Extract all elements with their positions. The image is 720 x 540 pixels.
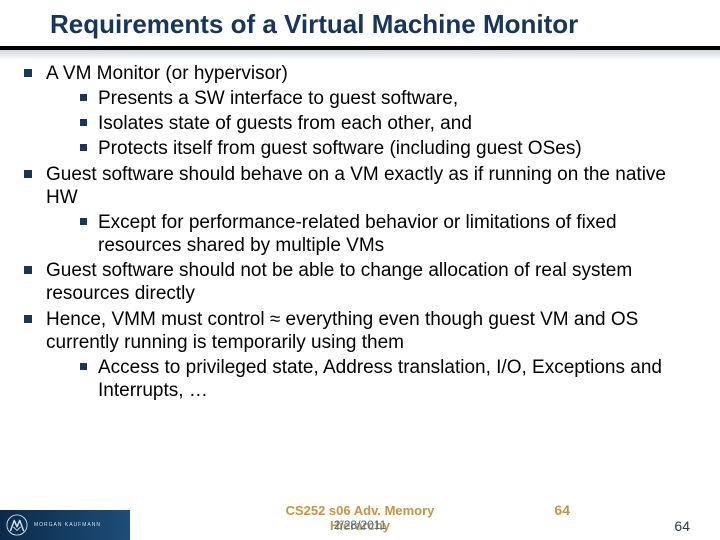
bullet-text: Presents a SW interface to guest softwar…	[98, 88, 458, 109]
bullet-text: Hence, VMM must control ≈ everything eve…	[46, 309, 638, 353]
list-item: Presents a SW interface to guest softwar…	[46, 87, 702, 110]
sub-list: Access to privileged state, Address tran…	[46, 356, 702, 402]
list-item: Isolates state of guests from each other…	[46, 112, 702, 135]
footer-center: CS252 s06 Adv. Memory Hierarchy 2/28/201…	[286, 504, 435, 534]
title-area: Requirements of a Virtual Machine Monito…	[0, 0, 720, 40]
footer-date: 2/28/2011	[334, 519, 387, 533]
publisher-logo: MORGAN KAUFMANN	[0, 510, 130, 540]
list-item: A VM Monitor (or hypervisor) Presents a …	[18, 62, 702, 161]
bullet-text: Access to privileged state, Address tran…	[98, 357, 662, 401]
bullet-list: A VM Monitor (or hypervisor) Presents a …	[18, 62, 702, 402]
page-number-gold: 64	[554, 502, 570, 518]
slide-title: Requirements of a Virtual Machine Monito…	[50, 10, 720, 40]
bullet-text: Isolates state of guests from each other…	[98, 113, 472, 134]
sub-list: Except for performance-related behavior …	[46, 211, 702, 257]
bullet-text: Protects itself from guest software (inc…	[98, 138, 582, 159]
page-number-dark: 64	[674, 518, 690, 534]
footer-line2: Hierarchy 2/28/2011	[330, 519, 390, 534]
bullet-text: Guest software should not be able to cha…	[46, 260, 632, 304]
sub-list: Presents a SW interface to guest softwar…	[46, 87, 702, 161]
slide: Requirements of a Virtual Machine Monito…	[0, 0, 720, 540]
bullet-text: Guest software should behave on a VM exa…	[46, 164, 666, 208]
list-item: Access to privileged state, Address tran…	[46, 356, 702, 402]
list-item: Hence, VMM must control ≈ everything eve…	[18, 308, 702, 403]
content-area: A VM Monitor (or hypervisor) Presents a …	[0, 50, 720, 402]
list-item: Guest software should not be able to cha…	[18, 259, 702, 305]
footer-line1: CS252 s06 Adv. Memory	[286, 504, 435, 519]
list-item: Guest software should behave on a VM exa…	[18, 163, 702, 258]
logo-text: MORGAN KAUFMANN	[34, 523, 101, 528]
list-item: Protects itself from guest software (inc…	[46, 137, 702, 160]
bullet-text: Except for performance-related behavior …	[98, 212, 617, 256]
bullet-text: A VM Monitor (or hypervisor)	[46, 63, 288, 84]
footer: MORGAN KAUFMANN CS252 s06 Adv. Memory Hi…	[0, 492, 720, 540]
list-item: Except for performance-related behavior …	[46, 211, 702, 257]
logo-mark-icon	[6, 514, 28, 536]
title-rule	[0, 46, 720, 50]
